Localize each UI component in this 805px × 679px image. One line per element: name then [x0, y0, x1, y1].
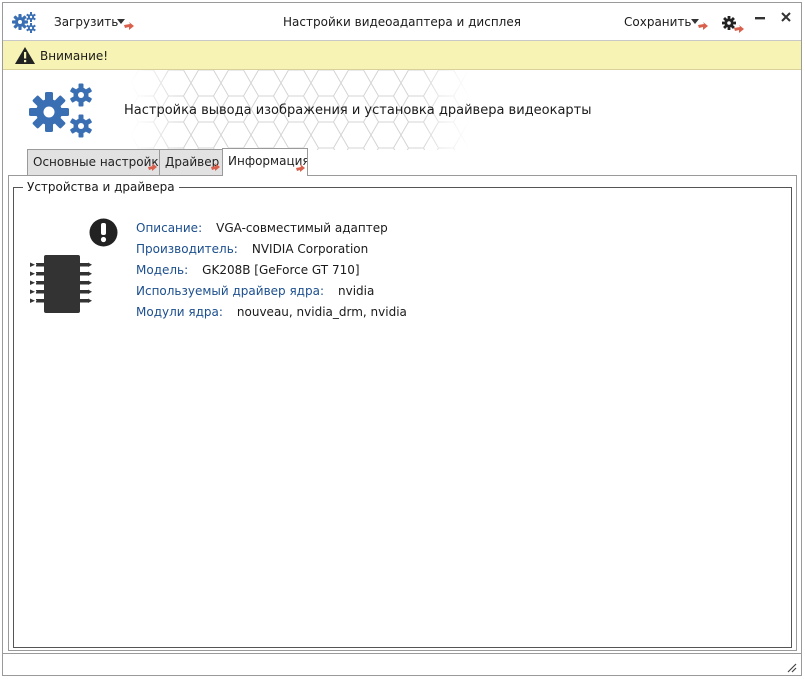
warning-bar: Внимание! — [3, 41, 801, 70]
tab-panel-information: Устройства и драйвера Описание: VGA-совм… — [8, 175, 797, 651]
group-title: Устройства и драйвера — [23, 180, 179, 194]
page-header: Настройка вывода изображения и установка… — [3, 70, 801, 152]
header-title: Настройка вывода изображения и установка… — [124, 103, 592, 118]
tab-label: Основные настройки — [33, 155, 160, 169]
header-gears-icon — [27, 82, 99, 145]
info-value: NVIDIA Corporation — [251, 242, 369, 256]
main-window: Загрузить Настройки видеоадаптера и дисп… — [2, 2, 802, 676]
info-row-kernel-modules: Модули ядра: nouveau, nvidia_drm, nvidia — [136, 305, 407, 319]
minimize-icon[interactable] — [754, 12, 766, 27]
info-key: Модули ядра: — [136, 305, 223, 319]
tab-marker-icon — [147, 161, 158, 175]
info-value: nvidia — [338, 284, 375, 298]
tab-main-settings[interactable]: Основные настройки — [27, 149, 160, 175]
status-bar — [3, 653, 801, 675]
tab-marker-icon — [295, 162, 306, 176]
warning-text: Внимание! — [40, 49, 109, 63]
info-row-manufacturer: Производитель: NVIDIA Corporation — [136, 242, 368, 256]
tab-information[interactable]: Информация — [222, 148, 308, 176]
settings-gear-icon[interactable] — [721, 15, 747, 38]
save-dropdown-icon[interactable] — [690, 17, 710, 36]
info-row-model: Модель: GK208B [GeForce GT 710] — [136, 263, 360, 277]
info-key: Производитель: — [136, 242, 238, 256]
info-key: Модель: — [136, 263, 189, 277]
info-key: Описание: — [136, 221, 203, 235]
tab-marker-icon — [210, 161, 221, 175]
devices-drivers-group: Устройства и драйвера Описание: VGA-совм… — [13, 180, 792, 648]
title-bar: Загрузить Настройки видеоадаптера и дисп… — [3, 3, 801, 41]
info-key: Используемый драйвер ядра: — [136, 284, 324, 298]
tab-driver[interactable]: Драйвер — [159, 149, 223, 175]
info-value: VGA-совместимый адаптер — [216, 221, 388, 235]
warning-triangle-icon — [14, 46, 36, 68]
resize-grip-icon[interactable] — [785, 661, 797, 676]
chip-icon — [30, 253, 92, 318]
info-row-description: Описание: VGA-совместимый адаптер — [136, 221, 388, 235]
info-value: nouveau, nvidia_drm, nvidia — [236, 305, 407, 319]
close-icon[interactable] — [780, 11, 792, 26]
exclamation-circle-icon — [89, 218, 118, 250]
info-row-kernel-driver: Используемый драйвер ядра: nvidia — [136, 284, 374, 298]
save-button[interactable]: Сохранить — [624, 15, 692, 29]
info-value: GK208B [GeForce GT 710] — [202, 263, 360, 277]
